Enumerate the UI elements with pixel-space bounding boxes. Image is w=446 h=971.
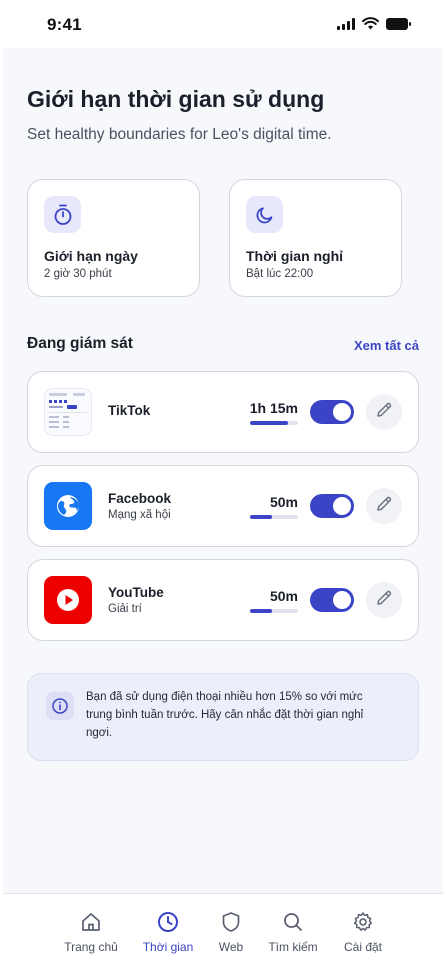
status-bar: 9:41 — [0, 0, 446, 48]
toggle-knob — [333, 591, 351, 609]
status-time: 9:41 — [47, 15, 82, 34]
edit-button[interactable] — [366, 488, 402, 524]
tab-home[interactable]: Trang chủ — [56, 894, 126, 971]
app-name: TikTok — [108, 403, 151, 418]
daily-limit-card[interactable]: Giới hạn ngày 2 giờ 30 phút — [27, 179, 200, 297]
downtime-card[interactable]: Thời gian nghỉ Bật lúc 22:00 — [229, 179, 402, 297]
app-row-facebook[interactable]: Facebook Mạng xã hội 50m — [27, 465, 419, 547]
usage-fill — [250, 421, 289, 425]
usage-time: 1h 15m — [249, 400, 298, 416]
page-title: Giới hạn thời gian sử dụng — [27, 86, 325, 112]
signal-icon — [337, 17, 355, 35]
home-icon — [80, 910, 102, 934]
usage-alert: Bạn đã sử dụng điện thoại nhiều hơn 15% … — [27, 673, 419, 761]
tab-settings[interactable]: Cài đặt — [328, 894, 398, 971]
usage-bar — [250, 515, 298, 519]
daily-limit-value: 2 giờ 30 phút — [44, 268, 112, 280]
toggle-knob — [333, 497, 351, 515]
daily-limit-title: Giới hạn ngày — [44, 248, 138, 264]
globe-icon — [44, 482, 92, 530]
page-subtitle: Set healthy boundaries for Leo's digital… — [27, 126, 332, 143]
app-row-tiktok[interactable]: TikTok 1h 15m — [27, 371, 419, 453]
tab-search[interactable]: Tìm kiếm — [258, 894, 328, 971]
shield-icon — [221, 910, 241, 934]
app-category: Mạng xã hội — [108, 509, 171, 521]
battery-icon — [386, 17, 412, 35]
usage-bar — [250, 609, 298, 613]
edit-button[interactable] — [366, 582, 402, 618]
moon-icon — [246, 196, 283, 233]
search-icon — [282, 910, 304, 934]
usage-bar — [250, 421, 298, 425]
wifi-icon — [362, 17, 379, 35]
tab-time[interactable]: Thời gian — [133, 894, 203, 971]
tab-web[interactable]: Web — [196, 894, 266, 971]
see-all-link[interactable]: Xem tất cả — [354, 338, 419, 353]
app-row-youtube[interactable]: YouTube Giải trí 50m — [27, 559, 419, 641]
downtime-value: Bật lúc 22:00 — [246, 268, 314, 280]
play-icon — [44, 576, 92, 624]
monitoring-title: Đang giám sát — [27, 335, 133, 352]
app-name: YouTube — [108, 585, 164, 600]
app-toggle[interactable] — [310, 400, 354, 424]
edit-button[interactable] — [366, 394, 402, 430]
tiktok-thumbnail-icon — [44, 388, 92, 436]
tab-label: Thời gian — [142, 940, 194, 954]
usage-time: 50m — [269, 494, 298, 510]
pencil-icon — [375, 589, 393, 612]
alert-text: Bạn đã sử dụng điện thoại nhiều hơn 15% … — [86, 691, 364, 739]
app-toggle[interactable] — [310, 494, 354, 518]
tab-label: Tìm kiếm — [268, 940, 318, 954]
app-toggle[interactable] — [310, 588, 354, 612]
toggle-knob — [333, 403, 351, 421]
tab-label: Trang chủ — [64, 940, 118, 954]
downtime-title: Thời gian nghỉ — [246, 248, 344, 264]
tab-label: Cài đặt — [343, 940, 383, 954]
usage-time: 50m — [269, 588, 298, 604]
pencil-icon — [375, 401, 393, 424]
clock-icon — [157, 910, 179, 934]
tab-label: Web — [218, 940, 244, 954]
screen: Giới hạn thời gian sử dụng Set healthy b… — [3, 48, 443, 971]
gear-icon — [352, 910, 374, 934]
app-category: Giải trí — [108, 603, 142, 615]
app-name: Facebook — [108, 491, 172, 506]
status-icons — [337, 17, 412, 35]
pencil-icon — [375, 495, 393, 518]
usage-fill — [250, 609, 272, 613]
timer-icon — [44, 196, 81, 233]
tab-bar: Trang chủ Thời gian Web Tìm kiếm Cài đặt — [3, 893, 443, 971]
usage-fill — [250, 515, 272, 519]
info-icon — [46, 692, 74, 720]
